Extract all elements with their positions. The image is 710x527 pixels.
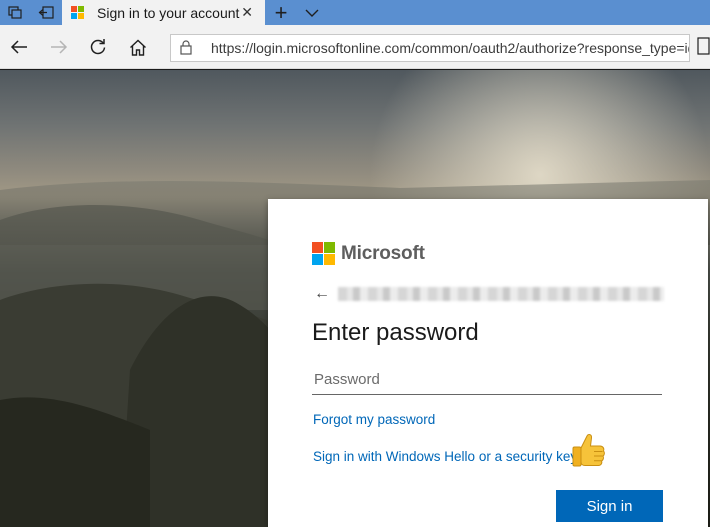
set-aside-tabs-icon[interactable] bbox=[33, 0, 59, 25]
microsoft-favicon-icon bbox=[71, 5, 85, 20]
home-icon[interactable] bbox=[126, 35, 150, 59]
navigation-bar: https://login.microsoftonline.com/common… bbox=[0, 25, 710, 69]
signin-button[interactable]: Sign in bbox=[556, 490, 663, 522]
thumbs-up-icon bbox=[570, 432, 606, 475]
tab-strip: Sign in to your account ✕ + bbox=[0, 0, 710, 25]
tab-title: Sign in to your account bbox=[97, 4, 240, 21]
address-bar[interactable]: https://login.microsoftonline.com/common… bbox=[170, 34, 690, 62]
password-input[interactable] bbox=[312, 364, 662, 395]
tab-manager-icon[interactable] bbox=[0, 0, 29, 25]
forward-icon[interactable] bbox=[47, 35, 71, 59]
blurred-email bbox=[338, 287, 664, 301]
page-title: Enter password bbox=[312, 319, 479, 346]
new-tab-button[interactable]: + bbox=[268, 0, 294, 25]
tab-close-icon[interactable]: ✕ bbox=[241, 4, 253, 20]
tab-signin[interactable]: Sign in to your account ✕ bbox=[62, 0, 265, 25]
refresh-icon[interactable] bbox=[86, 35, 110, 59]
account-row: ← bbox=[314, 285, 664, 303]
tab-menu-chevron-icon[interactable] bbox=[300, 0, 324, 25]
windows-hello-link[interactable]: Sign in with Windows Hello or a security… bbox=[313, 449, 577, 464]
microsoft-logo: Microsoft bbox=[312, 242, 425, 265]
brand-name: Microsoft bbox=[341, 242, 425, 264]
reading-view-icon[interactable] bbox=[697, 37, 710, 60]
microsoft-squares-icon bbox=[312, 242, 335, 265]
lock-icon[interactable] bbox=[180, 40, 192, 60]
url-text: https://login.microsoftonline.com/common… bbox=[211, 40, 690, 56]
back-arrow-icon[interactable]: ← bbox=[314, 285, 332, 303]
back-icon[interactable] bbox=[7, 35, 31, 59]
signin-card: Microsoft ← Enter password Forgot my pas… bbox=[268, 199, 708, 527]
forgot-password-link[interactable]: Forgot my password bbox=[313, 412, 435, 427]
